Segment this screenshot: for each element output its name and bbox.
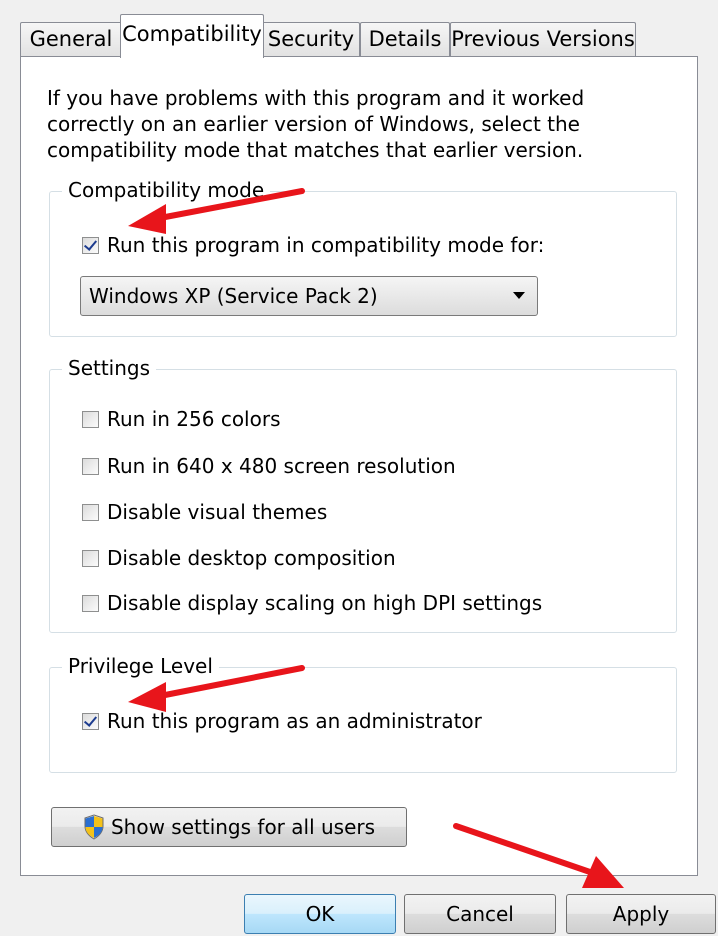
run-as-admin-checkbox[interactable] xyxy=(82,712,99,730)
setting-640x480-row[interactable]: Run in 640 x 480 screen resolution xyxy=(82,453,456,479)
setting-256-colors-checkbox[interactable] xyxy=(82,410,99,428)
setting-dpi-scaling-row[interactable]: Disable display scaling on high DPI sett… xyxy=(82,590,542,616)
run-as-admin-label: Run this program as an administrator xyxy=(107,709,482,733)
compatibility-mode-group: Compatibility mode Run this program in c… xyxy=(49,177,677,337)
compat-mode-dropdown[interactable]: Windows XP (Service Pack 2) xyxy=(80,276,538,316)
settings-legend: Settings xyxy=(62,355,157,381)
intro-text: If you have problems with this program a… xyxy=(47,86,585,162)
setting-desktop-composition-label: Disable desktop composition xyxy=(107,546,396,570)
setting-desktop-composition-checkbox[interactable] xyxy=(82,549,99,567)
tab-details[interactable]: Details xyxy=(360,22,450,56)
setting-256-colors-row[interactable]: Run in 256 colors xyxy=(82,406,281,432)
setting-visual-themes-checkbox[interactable] xyxy=(82,503,99,521)
setting-desktop-composition-row[interactable]: Disable desktop composition xyxy=(82,545,396,571)
setting-visual-themes-row[interactable]: Disable visual themes xyxy=(82,499,327,525)
show-settings-label: Show settings for all users xyxy=(110,815,376,839)
compatibility-mode-legend: Compatibility mode xyxy=(62,177,271,203)
compat-mode-checkbox-row[interactable]: Run this program in compatibility mode f… xyxy=(82,232,544,258)
tab-security[interactable]: Security xyxy=(262,22,360,56)
setting-640x480-label: Run in 640 x 480 screen resolution xyxy=(107,454,456,478)
dropdown-arrow-icon xyxy=(513,292,525,299)
settings-group: Settings Run in 256 colors Run in 640 x … xyxy=(49,355,677,633)
compat-mode-selected-value: Windows XP (Service Pack 2) xyxy=(89,284,378,308)
tab-general[interactable]: General xyxy=(20,22,122,56)
setting-visual-themes-label: Disable visual themes xyxy=(107,500,328,524)
compatibility-panel: If you have problems with this program a… xyxy=(20,56,698,876)
tab-compatibility[interactable]: Compatibility xyxy=(120,14,264,58)
privilege-level-group: Privilege Level Run this program as an a… xyxy=(49,653,677,773)
cancel-button[interactable]: Cancel xyxy=(404,894,556,934)
ok-button[interactable]: OK xyxy=(244,894,396,934)
show-settings-all-users-button[interactable]: Show settings for all users xyxy=(51,807,407,847)
compat-mode-checkbox[interactable] xyxy=(82,236,99,254)
privilege-level-legend: Privilege Level xyxy=(62,653,219,679)
run-as-admin-row[interactable]: Run this program as an administrator xyxy=(82,708,482,734)
tab-previous-versions[interactable]: Previous Versions xyxy=(450,22,636,56)
apply-button[interactable]: Apply xyxy=(566,894,716,934)
uac-shield-icon xyxy=(84,814,104,840)
setting-640x480-checkbox[interactable] xyxy=(82,457,99,475)
setting-256-colors-label: Run in 256 colors xyxy=(107,407,281,431)
setting-dpi-scaling-label: Disable display scaling on high DPI sett… xyxy=(107,591,543,615)
setting-dpi-scaling-checkbox[interactable] xyxy=(82,594,99,612)
compat-mode-checkbox-label: Run this program in compatibility mode f… xyxy=(107,233,545,257)
